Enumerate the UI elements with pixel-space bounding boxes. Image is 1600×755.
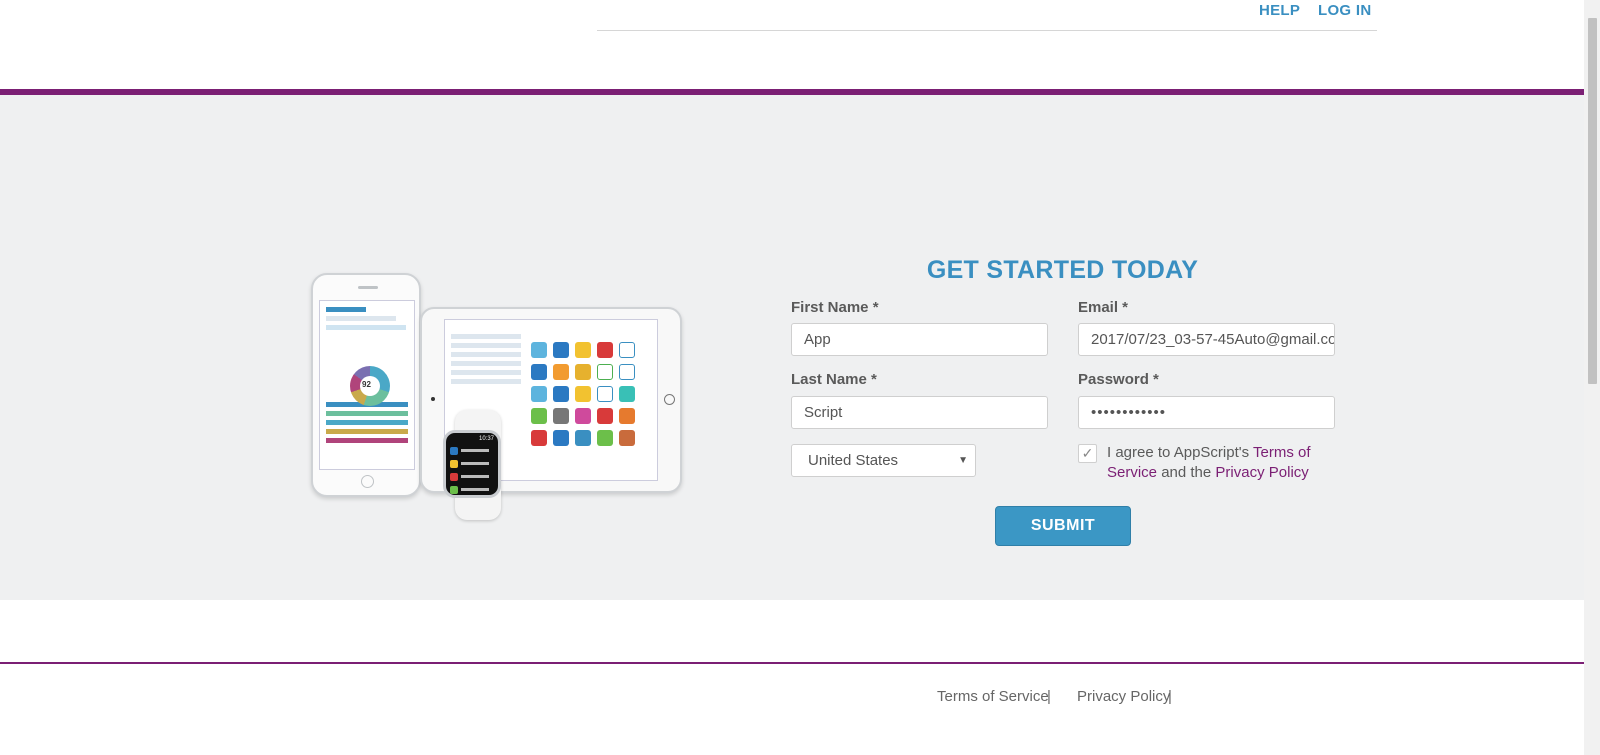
agree-text-prefix: I agree to AppScript's	[1107, 444, 1254, 461]
terms-checkbox[interactable]: ✓	[1078, 444, 1097, 463]
first-name-label: First Name *	[791, 299, 879, 316]
phone-image: 92	[311, 273, 421, 497]
login-link[interactable]: LOG IN	[1318, 2, 1371, 19]
email-field[interactable]: 2017/07/23_03-57-45Auto@gmail.com	[1078, 323, 1335, 356]
page: HELP LOG IN 92 10:37 GET STARTED TODAY F…	[0, 0, 1584, 755]
password-label: Password *	[1078, 371, 1159, 388]
footer-separator: |	[1168, 688, 1172, 705]
submit-button[interactable]: SUBMIT	[995, 506, 1131, 546]
last-name-label: Last Name *	[791, 371, 877, 388]
privacy-policy-link[interactable]: Privacy Policy	[1215, 464, 1308, 481]
devices-illustration: 92 10:37	[305, 270, 695, 530]
footer-privacy-link[interactable]: Privacy Policy	[1077, 688, 1170, 705]
footer-separator: |	[1047, 688, 1051, 705]
watch-image: 10:37	[443, 430, 501, 498]
last-name-field[interactable]: Script	[791, 396, 1048, 429]
country-select-value: United States	[808, 452, 899, 469]
email-label: Email *	[1078, 299, 1129, 316]
footer-terms-link[interactable]: Terms of Service	[937, 688, 1049, 705]
first-name-field[interactable]: App	[791, 323, 1048, 356]
terms-agreement: I agree to AppScript's Terms of Service …	[1107, 443, 1337, 483]
page-scrollbar[interactable]	[1584, 0, 1600, 755]
country-select[interactable]: United States ▼	[791, 444, 976, 477]
agree-text-middle: and the	[1157, 464, 1216, 481]
password-field[interactable]: ••••••••••••	[1078, 396, 1335, 429]
help-link[interactable]: HELP	[1259, 2, 1300, 19]
scrollbar-thumb[interactable]	[1588, 18, 1597, 384]
form-title: GET STARTED TODAY	[926, 256, 1199, 284]
chevron-down-icon: ▼	[958, 455, 968, 466]
top-nav: HELP LOG IN	[597, 0, 1377, 31]
footer: Terms of Service | Privacy Policy |	[0, 664, 1584, 755]
